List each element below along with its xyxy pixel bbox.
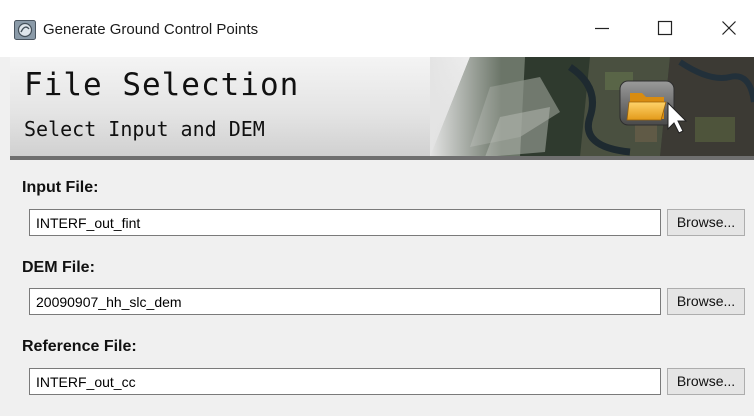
dem-file-field[interactable] — [29, 288, 661, 315]
banner-divider — [10, 156, 754, 160]
close-button[interactable] — [709, 8, 749, 48]
close-icon — [722, 21, 736, 35]
minimize-button[interactable] — [582, 8, 622, 48]
minimize-icon — [595, 27, 609, 30]
reference-file-label: Reference File: — [22, 338, 137, 355]
banner-subtitle: Select Input and DEM — [24, 117, 265, 141]
dem-file-browse-button[interactable]: Browse... — [667, 288, 745, 315]
app-icon — [14, 20, 36, 40]
input-file-field[interactable] — [29, 209, 661, 236]
input-file-browse-button[interactable]: Browse... — [667, 209, 745, 236]
maximize-icon — [657, 20, 673, 36]
satellite-image — [430, 57, 754, 157]
window-title: Generate Ground Control Points — [43, 21, 259, 38]
reference-file-browse-button[interactable]: Browse... — [667, 368, 745, 395]
header-banner: File Selection Select Input and DEM — [10, 57, 754, 159]
maximize-button[interactable] — [645, 8, 685, 48]
banner-title: File Selection — [24, 67, 300, 103]
title-bar: Generate Ground Control Points — [0, 0, 754, 57]
dem-file-label: DEM File: — [22, 259, 95, 276]
input-file-label: Input File: — [22, 179, 99, 196]
reference-file-field[interactable] — [29, 368, 661, 395]
